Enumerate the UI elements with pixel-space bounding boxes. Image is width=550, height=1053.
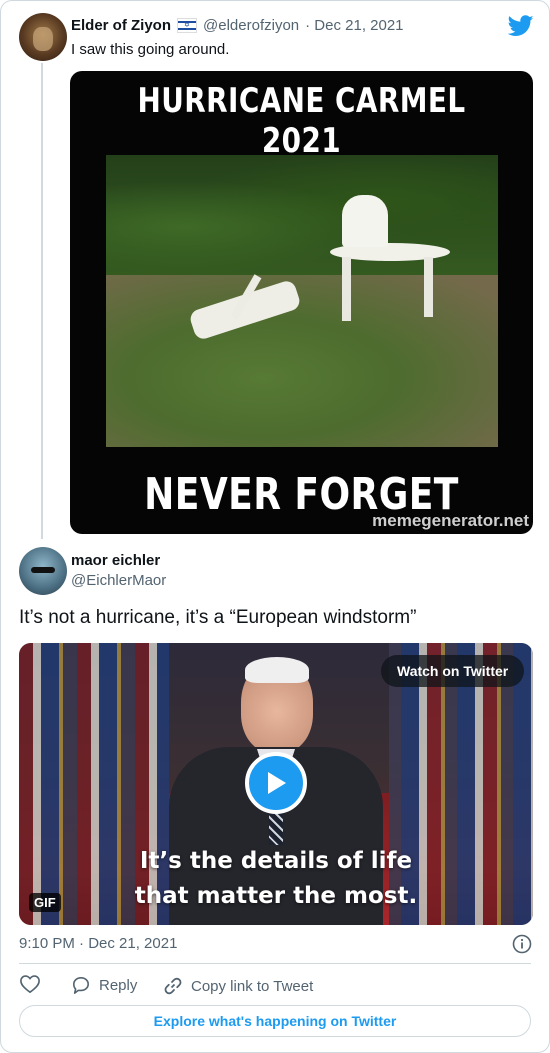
tweet-author-name[interactable]: maor eichler xyxy=(71,552,160,569)
table-leg xyxy=(342,257,351,321)
avatar-sunglasses xyxy=(31,567,55,573)
tweet-author-handle[interactable]: @EichlerMaor xyxy=(71,572,166,589)
tweet-timestamp[interactable]: 9:10 PM · Dec 21, 2021 xyxy=(19,935,177,952)
explore-button[interactable]: Explore what's happening on Twitter xyxy=(19,1005,531,1037)
play-button[interactable] xyxy=(245,752,307,814)
video-caption-line1: It’s the details of life xyxy=(139,848,413,874)
twitter-bird-icon[interactable] xyxy=(507,15,534,37)
quoted-author-name[interactable]: Elder of Ziyon xyxy=(71,17,171,34)
play-icon xyxy=(268,772,286,794)
reply-button[interactable]: Reply xyxy=(71,976,137,994)
meme-image[interactable]: HURRICANE CARMEL 2021 NEVER FORGET memeg… xyxy=(70,71,533,534)
tweet-embed-card: Elder of Ziyon ✡ @elderofziyon · Dec 21,… xyxy=(0,0,550,1053)
thread-line xyxy=(41,63,43,539)
israel-flag-icon: ✡ xyxy=(177,18,198,33)
copy-link-button[interactable]: Copy link to Tweet xyxy=(163,976,313,996)
info-icon[interactable] xyxy=(512,934,532,954)
reply-label: Reply xyxy=(99,976,138,994)
like-button[interactable] xyxy=(19,974,43,996)
table-leg xyxy=(424,257,433,317)
copy-link-label: Copy link to Tweet xyxy=(191,977,314,995)
actions-divider xyxy=(19,963,531,964)
video-player[interactable]: Watch on Twitter It’s the details of lif… xyxy=(19,643,533,925)
video-caption-line2: that matter the most. xyxy=(134,883,418,909)
upright-chair xyxy=(342,195,388,247)
avatar-figure xyxy=(33,27,53,51)
quoted-author-handle[interactable]: @elderofziyon xyxy=(203,17,299,34)
meme-top-text: HURRICANE CARMEL 2021 xyxy=(137,81,466,161)
heart-icon xyxy=(20,975,40,994)
reply-icon xyxy=(72,976,90,994)
maor-eichler-avatar[interactable] xyxy=(19,547,67,595)
quoted-tweet-header: Elder of Ziyon ✡ @elderofziyon · Dec 21,… xyxy=(71,17,404,34)
speaker-hair xyxy=(245,657,309,683)
meme-photo xyxy=(106,155,498,447)
gif-badge: GIF xyxy=(29,893,61,912)
tweet-text: It’s not a hurricane, it’s a “European w… xyxy=(19,607,417,628)
lawn-shape xyxy=(106,275,498,447)
quoted-tweet-date[interactable]: · Dec 21, 2021 xyxy=(305,17,403,34)
watch-on-twitter-button[interactable]: Watch on Twitter xyxy=(381,655,525,687)
elder-of-ziyon-avatar[interactable] xyxy=(19,13,67,61)
link-icon xyxy=(164,977,182,995)
quoted-tweet-text: I saw this going around. xyxy=(71,41,230,58)
meme-watermark: memegenerator.net xyxy=(372,511,529,530)
